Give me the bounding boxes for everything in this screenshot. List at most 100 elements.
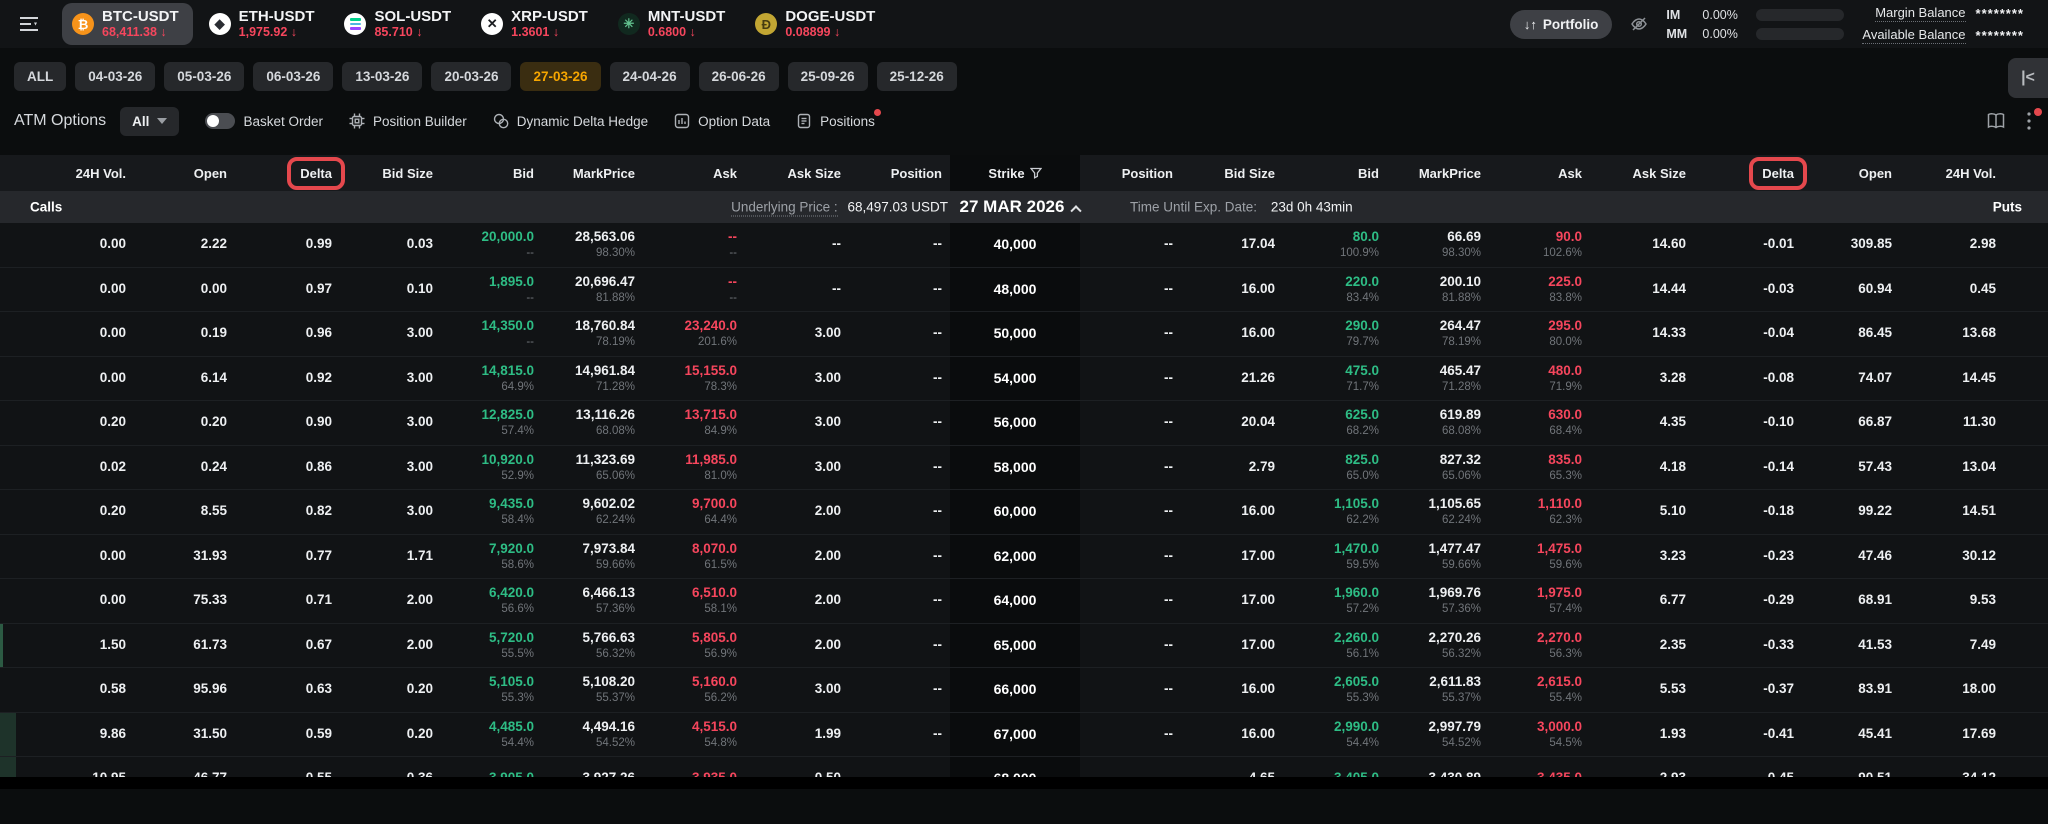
cell-puts-ask[interactable]: 1,975.057.4% (1489, 585, 1590, 616)
cell-calls-ask[interactable]: 5,805.056.9% (643, 630, 745, 661)
cell-calls-bid[interactable]: 20,000.0-- (441, 229, 542, 260)
option-data-button[interactable]: Option Data (674, 113, 770, 129)
ticker-mnt-usdt[interactable]: ✳MNT-USDT0.6800 ↓ (608, 3, 740, 45)
cell-strike[interactable]: 40,000 (950, 223, 1080, 267)
cell-calls-mark[interactable]: 11,323.6965.06% (542, 452, 643, 483)
dynamic-delta-hedge-button[interactable]: Dynamic Delta Hedge (493, 113, 648, 129)
cell-strike[interactable]: 60,000 (950, 490, 1080, 534)
cell-puts-ask[interactable]: 1,110.062.3% (1489, 496, 1590, 527)
cell-calls-ask[interactable]: ---- (643, 274, 745, 305)
header-puts-ask-size[interactable]: Ask Size (1590, 166, 1694, 181)
cell-puts-bid[interactable]: 290.079.7% (1283, 318, 1387, 349)
expiry-tab-13-03-26[interactable]: 13-03-26 (342, 62, 422, 91)
header-puts-position[interactable]: Position (1080, 166, 1181, 181)
expiry-tab-25-12-26[interactable]: 25-12-26 (877, 62, 957, 91)
cell-strike[interactable]: 67,000 (950, 713, 1080, 757)
cell-calls-mark[interactable]: 9,602.0262.24% (542, 496, 643, 527)
cell-strike[interactable]: 56,000 (950, 401, 1080, 445)
header-puts-bid[interactable]: Bid (1283, 166, 1387, 181)
header-puts-ask[interactable]: Ask (1489, 166, 1590, 181)
cell-calls-mark[interactable]: 14,961.8471.28% (542, 363, 643, 394)
cell-puts-bid[interactable]: 1,105.062.2% (1283, 496, 1387, 527)
cell-calls-mark[interactable]: 18,760.8478.19% (542, 318, 643, 349)
expiry-tab-04-03-26[interactable]: 04-03-26 (75, 62, 155, 91)
position-builder-button[interactable]: Position Builder (349, 113, 467, 129)
cell-puts-bid[interactable]: 1,960.057.2% (1283, 585, 1387, 616)
header-calls-delta[interactable]: Delta (235, 166, 340, 181)
header-calls-ask-size[interactable]: Ask Size (745, 166, 849, 181)
cell-calls-mark[interactable]: 6,466.1357.36% (542, 585, 643, 616)
header-calls-position[interactable]: Position (849, 166, 950, 181)
cell-calls-mark[interactable]: 5,108.2055.37% (542, 674, 643, 705)
cell-strike[interactable]: 48,000 (950, 268, 1080, 312)
collapse-panel-icon[interactable]: |< (2008, 58, 2048, 98)
cell-calls-ask[interactable]: 8,070.061.5% (643, 541, 745, 572)
cell-calls-ask[interactable]: 6,510.058.1% (643, 585, 745, 616)
portfolio-button[interactable]: ↓↑ Portfolio (1510, 10, 1613, 39)
ticker-doge-usdt[interactable]: ÐDOGE-USDT0.08899 ↓ (745, 3, 889, 45)
cell-puts-bid[interactable]: 1,470.059.5% (1283, 541, 1387, 572)
cell-calls-ask[interactable]: 23,240.0201.6% (643, 318, 745, 349)
cell-calls-mark[interactable]: 4,494.1654.52% (542, 719, 643, 750)
cell-calls-bid[interactable]: 14,350.0-- (441, 318, 542, 349)
eye-slash-icon[interactable] (1630, 15, 1648, 33)
cell-calls-bid[interactable]: 14,815.064.9% (441, 363, 542, 394)
expiry-tab-20-03-26[interactable]: 20-03-26 (431, 62, 511, 91)
expiry-tab-26-06-26[interactable]: 26-06-26 (699, 62, 779, 91)
ticker-eth-usdt[interactable]: ◆ETH-USDT1,975.92 ↓ (199, 3, 329, 45)
cell-puts-bid[interactable]: 2,260.056.1% (1283, 630, 1387, 661)
cell-puts-bid[interactable]: 2,605.055.3% (1283, 674, 1387, 705)
cell-calls-bid[interactable]: 9,435.058.4% (441, 496, 542, 527)
cell-puts-bid[interactable]: 220.083.4% (1283, 274, 1387, 305)
cell-puts-bid[interactable]: 2,990.054.4% (1283, 719, 1387, 750)
header-puts-open[interactable]: Open (1802, 166, 1900, 181)
expiry-tab-05-03-26[interactable]: 05-03-26 (164, 62, 244, 91)
cell-strike[interactable]: 50,000 (950, 312, 1080, 356)
header-puts-24h-vol-[interactable]: 24H Vol. (1900, 166, 2004, 181)
header-puts-markprice[interactable]: MarkPrice (1387, 166, 1489, 181)
more-menu-icon[interactable] (2026, 111, 2032, 131)
cell-calls-bid[interactable]: 10,920.052.9% (441, 452, 542, 483)
cell-puts-ask[interactable]: 90.0102.6% (1489, 229, 1590, 260)
cell-puts-mark[interactable]: 1,969.7657.36% (1387, 585, 1489, 616)
ticker-xrp-usdt[interactable]: ✕XRP-USDT1.3601 ↓ (471, 3, 602, 45)
header-strike[interactable]: Strike (950, 155, 1080, 191)
cell-calls-ask[interactable]: 9,700.064.4% (643, 496, 745, 527)
cell-strike[interactable]: 64,000 (950, 579, 1080, 623)
ticker-btc-usdt[interactable]: ₿BTC-USDT68,411.38 ↓ (62, 3, 193, 45)
toggle-off-icon[interactable] (205, 113, 235, 129)
header-puts-bid-size[interactable]: Bid Size (1181, 166, 1283, 181)
cell-calls-bid[interactable]: 6,420.056.6% (441, 585, 542, 616)
cell-puts-mark[interactable]: 827.3265.06% (1387, 452, 1489, 483)
cell-strike[interactable]: 54,000 (950, 357, 1080, 401)
cell-calls-bid[interactable]: 5,720.055.5% (441, 630, 542, 661)
cell-puts-ask[interactable]: 480.071.9% (1489, 363, 1590, 394)
expiry-date-dropdown[interactable]: 27 MAR 2026 (950, 197, 1090, 217)
expiry-tab-25-09-26[interactable]: 25-09-26 (788, 62, 868, 91)
cell-puts-mark[interactable]: 200.1081.88% (1387, 274, 1489, 305)
cell-calls-mark[interactable]: 7,973.8459.66% (542, 541, 643, 572)
cell-strike[interactable]: 65,000 (950, 624, 1080, 668)
cell-calls-mark[interactable]: 20,696.4781.88% (542, 274, 643, 305)
cell-puts-ask[interactable]: 3,000.054.5% (1489, 719, 1590, 750)
expiry-tab-06-03-26[interactable]: 06-03-26 (253, 62, 333, 91)
cell-calls-ask[interactable]: 15,155.078.3% (643, 363, 745, 394)
expiry-tab-24-04-26[interactable]: 24-04-26 (610, 62, 690, 91)
cell-puts-mark[interactable]: 2,270.2656.32% (1387, 630, 1489, 661)
cell-calls-mark[interactable]: 13,116.2668.08% (542, 407, 643, 438)
cell-calls-bid[interactable]: 5,105.055.3% (441, 674, 542, 705)
cell-puts-bid[interactable]: 625.068.2% (1283, 407, 1387, 438)
cell-puts-mark[interactable]: 264.4778.19% (1387, 318, 1489, 349)
cell-puts-bid[interactable]: 80.0100.9% (1283, 229, 1387, 260)
menu-icon[interactable] (14, 9, 44, 39)
cell-puts-ask[interactable]: 1,475.059.6% (1489, 541, 1590, 572)
cell-puts-mark[interactable]: 66.6998.30% (1387, 229, 1489, 260)
cell-calls-ask[interactable]: 11,985.081.0% (643, 452, 745, 483)
cell-puts-mark[interactable]: 2,997.7954.52% (1387, 719, 1489, 750)
book-icon[interactable] (1986, 112, 2006, 130)
cell-puts-mark[interactable]: 2,611.8355.37% (1387, 674, 1489, 705)
cell-strike[interactable]: 62,000 (950, 535, 1080, 579)
cell-puts-mark[interactable]: 619.8968.08% (1387, 407, 1489, 438)
positions-button[interactable]: Positions (796, 113, 875, 129)
filter-icon[interactable] (1030, 167, 1042, 179)
